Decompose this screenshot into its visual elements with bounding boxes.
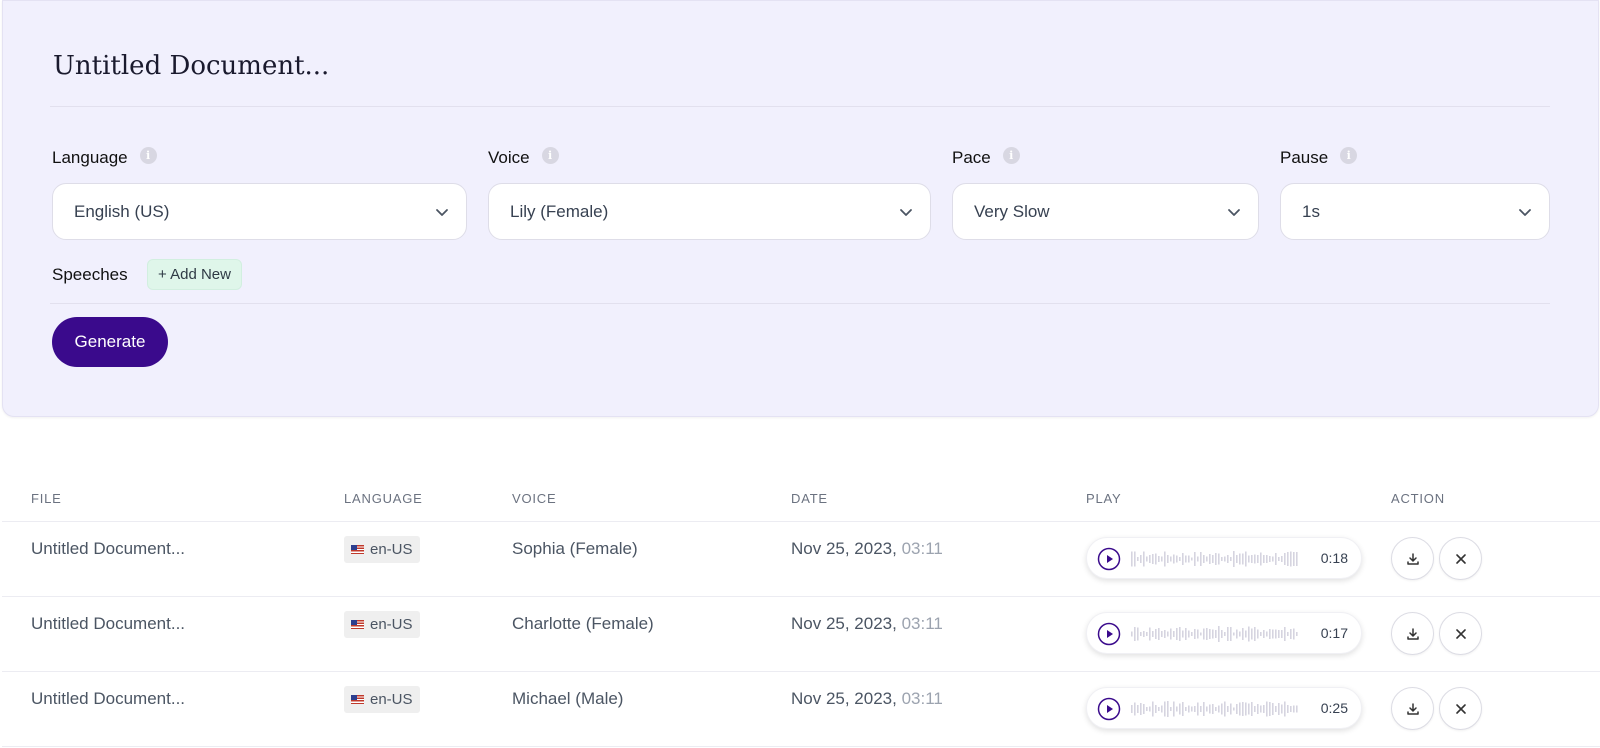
date-cell: Nov 25, 2023, 03:11 — [791, 614, 943, 634]
voice-name: Michael (Male) — [512, 689, 624, 708]
play-icon[interactable] — [1097, 697, 1121, 721]
speeches-label: Speeches — [52, 265, 128, 284]
time-value: 03:11 — [901, 614, 943, 633]
date-cell: Nov 25, 2023, 03:11 — [791, 539, 943, 559]
date-value: Nov 25, 2023, — [791, 689, 897, 708]
info-icon[interactable]: i — [1002, 146, 1020, 164]
audio-player: 0:25 — [1086, 687, 1362, 729]
row-divider — [2, 746, 1600, 747]
download-icon — [1406, 552, 1419, 565]
chevron-down-icon — [1519, 209, 1531, 216]
language-field-label: Language i — [52, 146, 157, 168]
close-icon — [1455, 703, 1466, 714]
language-select-value: English (US) — [74, 201, 170, 221]
us-flag-icon — [351, 545, 364, 554]
pause-field-label: Pause i — [1280, 146, 1358, 168]
close-icon — [1455, 628, 1466, 639]
row-divider — [2, 671, 1600, 672]
column-header-voice[interactable]: VOICE — [512, 491, 556, 506]
info-icon[interactable]: i — [541, 146, 559, 164]
play-icon[interactable] — [1097, 622, 1121, 646]
waveform[interactable] — [1131, 697, 1301, 721]
waveform[interactable] — [1131, 547, 1301, 571]
row-divider — [2, 521, 1600, 522]
pace-select[interactable]: Very Slow — [952, 183, 1259, 240]
file-name[interactable]: Untitled Document... — [31, 614, 185, 634]
language-badge: en-US — [344, 611, 420, 638]
audio-player: 0:18 — [1086, 537, 1362, 579]
pace-field-label: Pace i — [952, 146, 1020, 168]
divider — [50, 106, 1550, 107]
download-icon — [1406, 702, 1419, 715]
duration: 0:17 — [1320, 625, 1348, 641]
download-icon — [1406, 627, 1419, 640]
column-header-play: PLAY — [1086, 491, 1122, 506]
us-flag-icon — [351, 620, 364, 629]
info-icon[interactable]: i — [139, 146, 157, 164]
duration: 0:18 — [1320, 550, 1348, 566]
add-new-speech-button[interactable]: + Add New — [147, 259, 242, 290]
language-code: en-US — [370, 691, 413, 708]
language-label: Language — [52, 148, 128, 167]
date-cell: Nov 25, 2023, 03:11 — [791, 689, 943, 709]
duration: 0:25 — [1320, 700, 1348, 716]
voice-name: Sophia (Female) — [512, 539, 638, 558]
divider — [50, 303, 1550, 304]
pause-label: Pause — [1280, 148, 1329, 167]
pace-select-value: Very Slow — [974, 201, 1050, 221]
us-flag-icon — [351, 695, 364, 704]
language-code: en-US — [370, 541, 413, 558]
close-icon — [1455, 553, 1466, 564]
voice-field-label: Voice i — [488, 146, 559, 168]
pause-select[interactable]: 1s — [1280, 183, 1550, 240]
audio-player: 0:17 — [1086, 612, 1362, 654]
time-value: 03:11 — [901, 539, 943, 558]
delete-button[interactable] — [1439, 612, 1482, 655]
language-badge: en-US — [344, 536, 420, 563]
date-value: Nov 25, 2023, — [791, 614, 897, 633]
delete-button[interactable] — [1439, 537, 1482, 580]
generate-button[interactable]: Generate — [52, 317, 168, 367]
download-button[interactable] — [1391, 687, 1434, 730]
chevron-down-icon — [436, 209, 448, 216]
chevron-down-icon — [900, 209, 912, 216]
play-icon[interactable] — [1097, 547, 1121, 571]
row-divider — [2, 596, 1600, 597]
voice-select[interactable]: Lily (Female) — [488, 183, 931, 240]
language-select[interactable]: English (US) — [52, 183, 467, 240]
pause-select-value: 1s — [1302, 201, 1320, 221]
download-button[interactable] — [1391, 537, 1434, 580]
language-badge: en-US — [344, 686, 420, 713]
delete-button[interactable] — [1439, 687, 1482, 730]
date-value: Nov 25, 2023, — [791, 539, 897, 558]
time-value: 03:11 — [901, 689, 943, 708]
chevron-down-icon — [1228, 209, 1240, 216]
waveform[interactable] — [1131, 622, 1301, 646]
column-header-file[interactable]: FILE — [31, 491, 62, 506]
voice-select-value: Lily (Female) — [510, 201, 609, 221]
document-title[interactable]: Untitled Document... — [53, 51, 329, 81]
column-header-language[interactable]: LANGUAGE — [344, 491, 423, 506]
column-header-action: ACTION — [1391, 491, 1445, 506]
language-code: en-US — [370, 616, 413, 633]
pace-label: Pace — [952, 148, 991, 167]
download-button[interactable] — [1391, 612, 1434, 655]
voice-name: Charlotte (Female) — [512, 614, 654, 633]
voice-label: Voice — [488, 148, 530, 167]
column-header-date[interactable]: DATE — [791, 491, 828, 506]
file-name[interactable]: Untitled Document... — [31, 539, 185, 559]
info-icon[interactable]: i — [1340, 146, 1358, 164]
file-name[interactable]: Untitled Document... — [31, 689, 185, 709]
